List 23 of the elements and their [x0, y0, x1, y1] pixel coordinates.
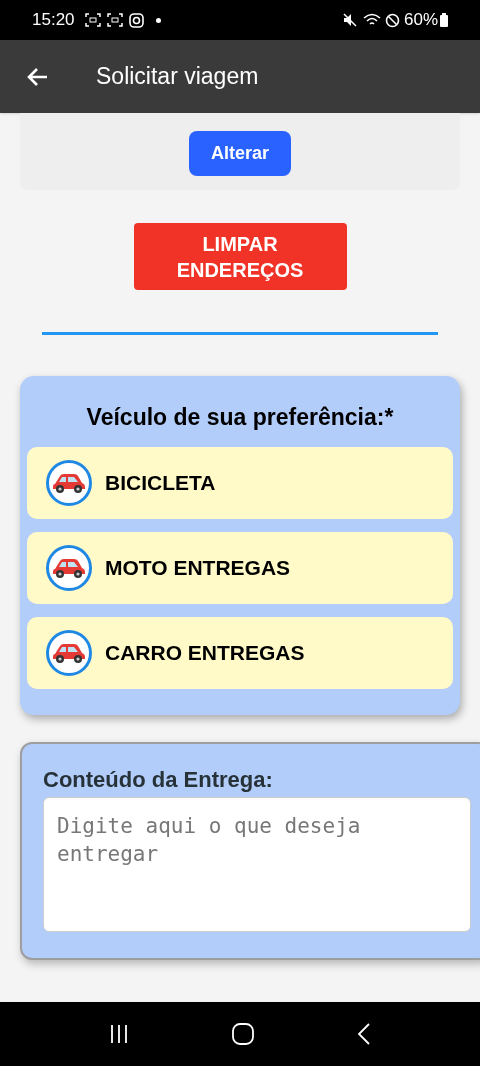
vehicle-option[interactable]: BICICLETA — [27, 446, 453, 519]
change-button[interactable]: Alterar — [189, 131, 291, 176]
screen-title: Solicitar viagem — [96, 62, 259, 92]
battery-icon — [440, 13, 448, 27]
screenshot-icon — [106, 13, 123, 27]
blocked-icon — [384, 12, 400, 28]
camera-app-icon — [128, 12, 144, 28]
battery-level: 60% — [403, 9, 438, 32]
vehicle-title: Veículo de sua preferência:* — [85, 403, 395, 432]
screenshot-icon — [84, 13, 101, 27]
mute-icon — [342, 13, 357, 27]
car-icon — [46, 544, 92, 591]
clear-addresses-button[interactable]: LIMPAR ENDEREÇOS — [133, 223, 347, 290]
delivery-content-field[interactable]: Digite aqui o que deseja entregar — [43, 796, 471, 932]
recent-apps-button[interactable] — [109, 1024, 130, 1044]
vehicle-option[interactable]: MOTO ENTREGAS — [27, 531, 453, 604]
vehicle-option[interactable]: CARRO ENTREGAS — [27, 616, 453, 689]
wifi-icon — [362, 13, 381, 27]
car-icon — [46, 459, 92, 506]
status-time: 15:20 — [32, 9, 75, 32]
car-icon — [46, 629, 92, 676]
back-nav-button[interactable] — [356, 1023, 371, 1045]
delivery-content-label: Conteúdo da Entrega: — [43, 765, 274, 794]
